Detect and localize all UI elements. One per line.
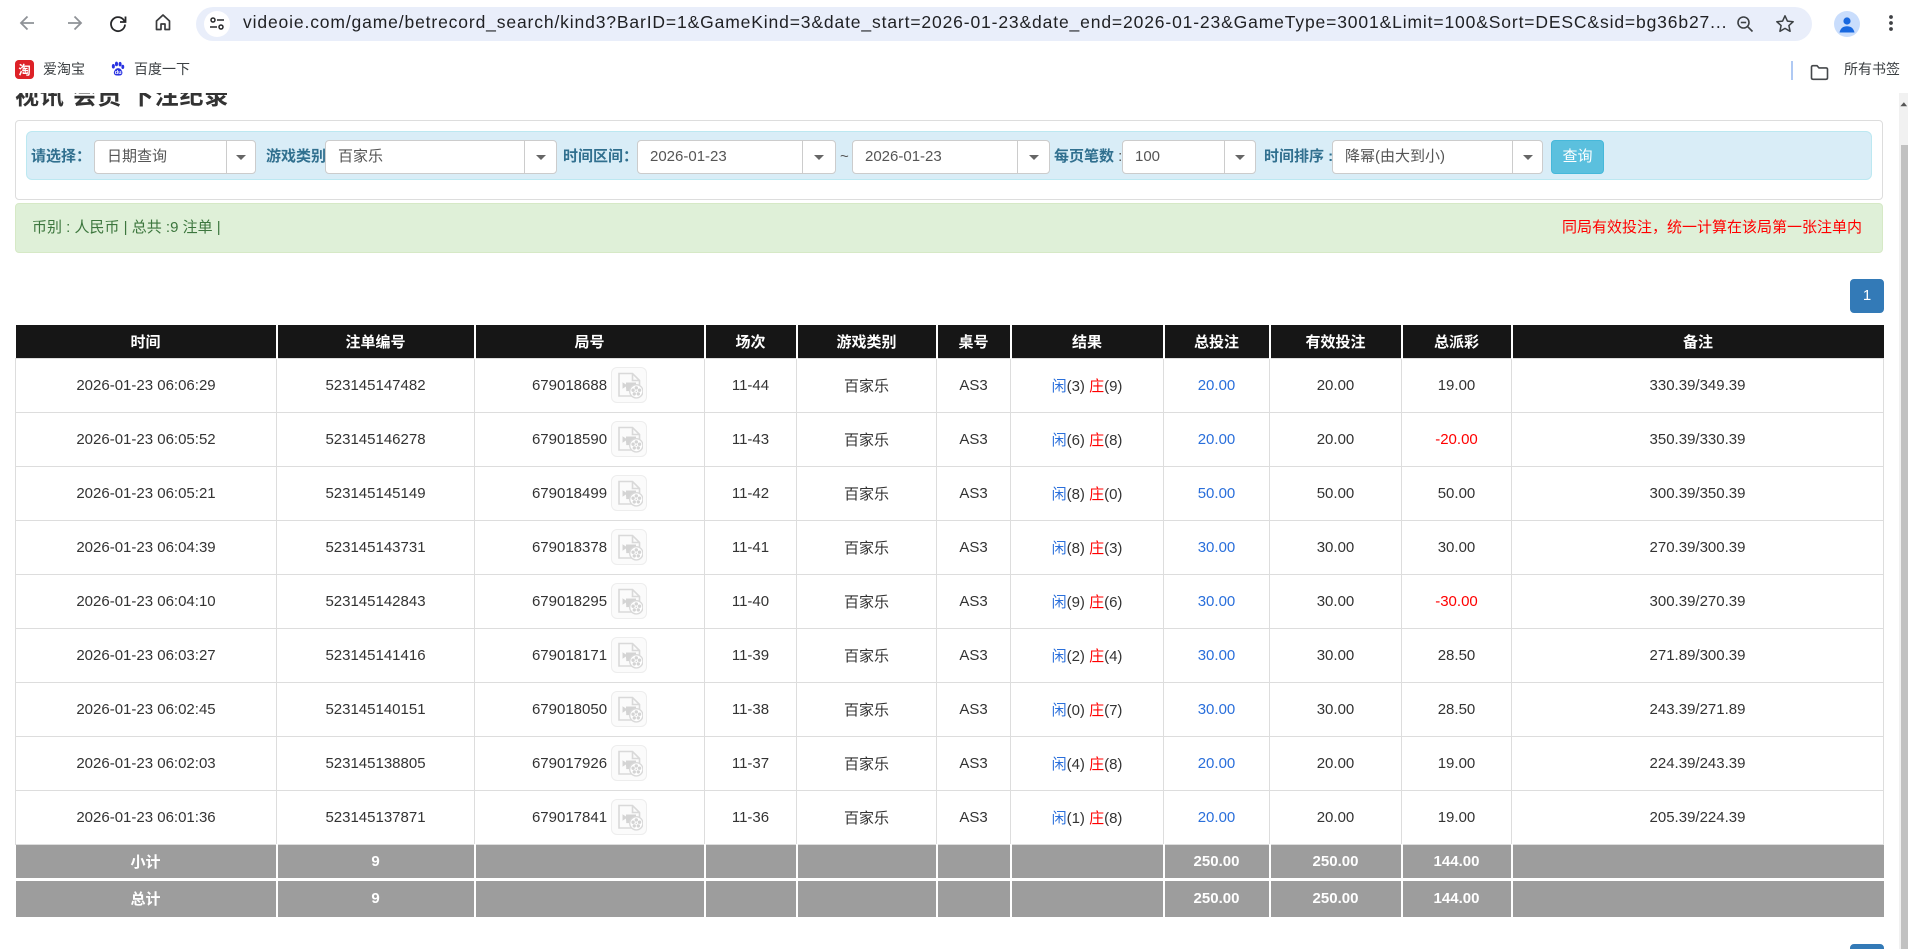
svg-text:淘: 淘 xyxy=(18,60,30,78)
svg-text:du: du xyxy=(115,70,122,76)
